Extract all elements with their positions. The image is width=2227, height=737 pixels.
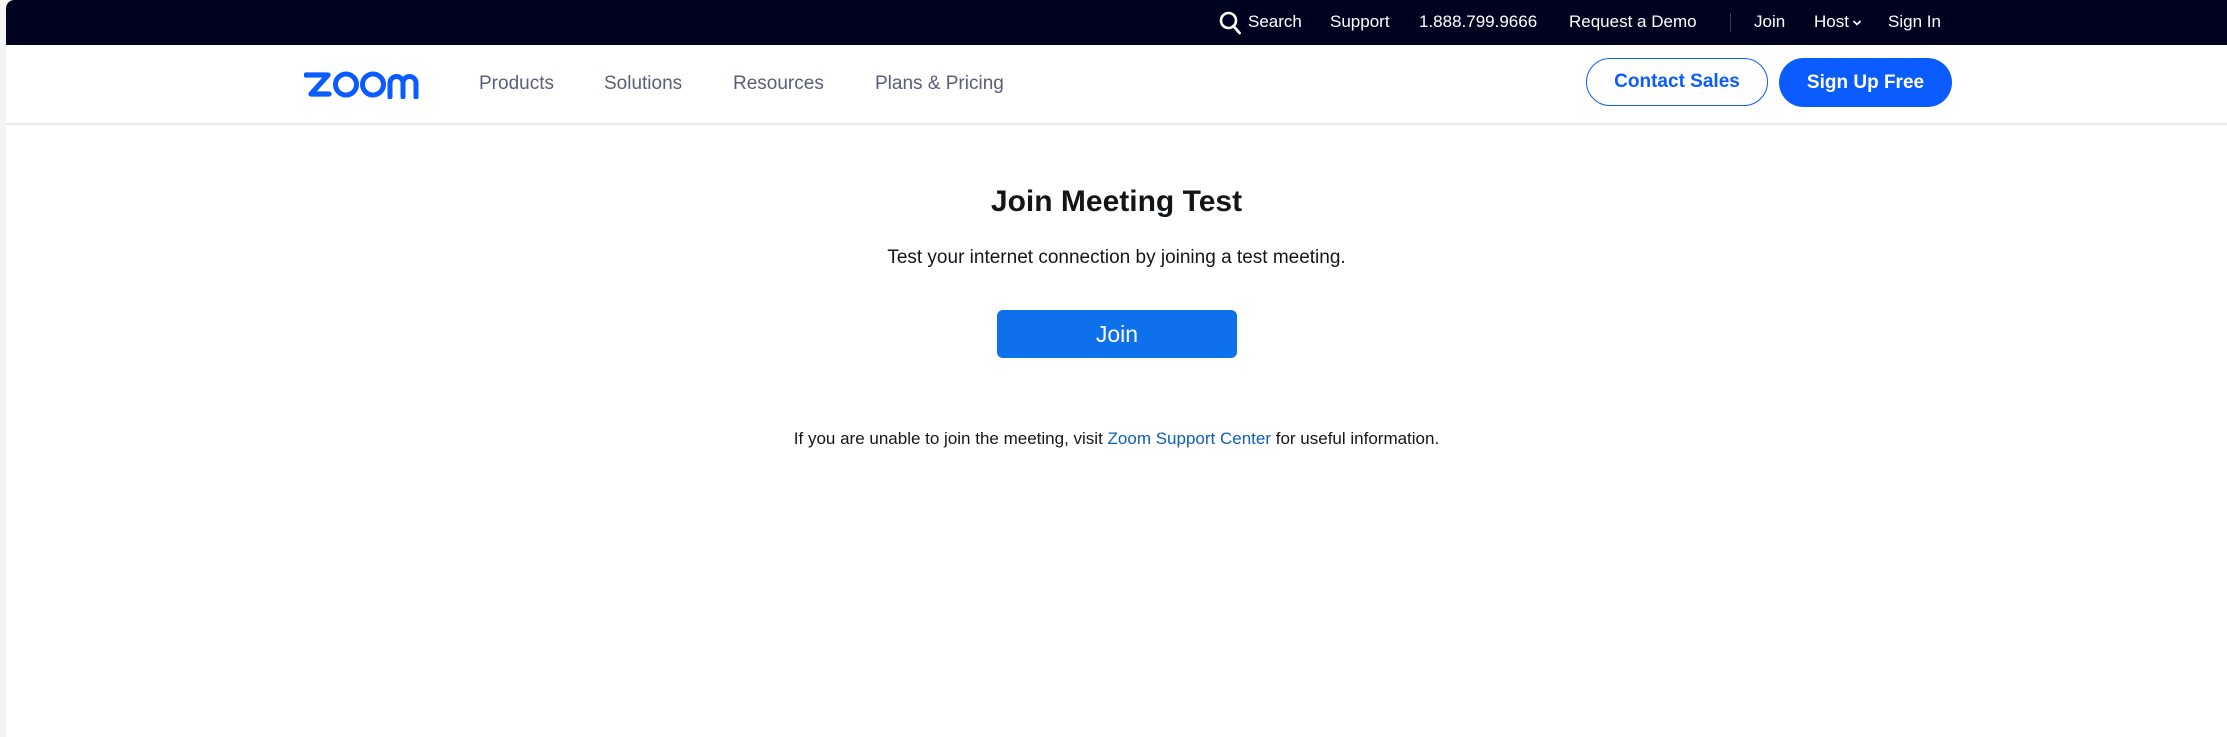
zoom-logo[interactable] [304, 69, 438, 99]
main-nav: Products Solutions Resources Plans & Pri… [6, 45, 2227, 125]
support-link[interactable]: Support [1330, 0, 1390, 45]
help-text-prefix: If you are unable to join the meeting, v… [793, 429, 1108, 448]
page: Search Support 1.888.799.9666 Request a … [6, 0, 2227, 737]
nav-products[interactable]: Products [479, 45, 554, 123]
zoom-support-center-link[interactable]: Zoom Support Center [1108, 429, 1271, 448]
nav-plans-pricing[interactable]: Plans & Pricing [875, 45, 1004, 123]
search-icon[interactable] [1218, 10, 1242, 36]
contact-sales-button[interactable]: Contact Sales [1586, 58, 1768, 106]
host-menu[interactable]: Host [1814, 0, 1862, 45]
page-title: Join Meeting Test [990, 185, 1243, 218]
request-demo-link[interactable]: Request a Demo [1569, 0, 1697, 45]
join-link[interactable]: Join [1754, 0, 1785, 45]
chevron-down-icon [1852, 19, 1862, 26]
phone-link[interactable]: 1.888.799.9666 [1419, 0, 1537, 45]
search-link[interactable]: Search [1248, 0, 1302, 45]
sign-in-link[interactable]: Sign In [1888, 0, 1941, 45]
sign-up-free-button[interactable]: Sign Up Free [1779, 58, 1952, 107]
nav-resources[interactable]: Resources [733, 45, 824, 123]
join-meeting-button[interactable]: Join [997, 310, 1237, 358]
utility-divider [1730, 13, 1731, 32]
help-text-suffix: for useful information. [1271, 429, 1440, 448]
host-label: Host [1814, 12, 1849, 31]
nav-solutions[interactable]: Solutions [604, 45, 682, 123]
help-text: If you are unable to join the meeting, v… [6, 428, 2227, 450]
utility-bar: Search Support 1.888.799.9666 Request a … [6, 0, 2227, 45]
page-subtitle: Test your internet connection by joining… [887, 247, 1346, 268]
